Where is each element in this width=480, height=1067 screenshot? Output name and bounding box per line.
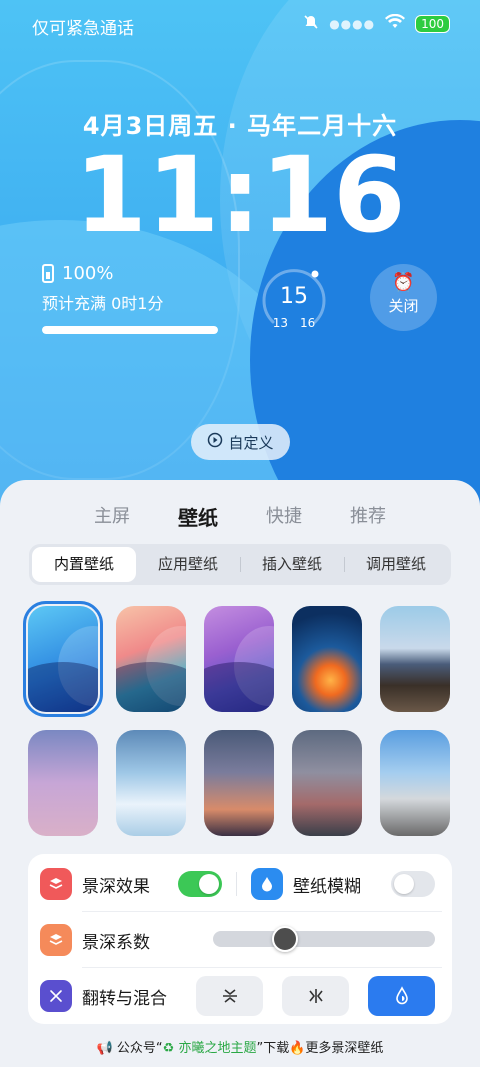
drop-icon bbox=[251, 868, 283, 900]
wallpaper-thumb-8[interactable] bbox=[204, 730, 274, 836]
wifi-icon bbox=[385, 13, 406, 34]
signal-dots-icon: ●●●● bbox=[329, 17, 376, 31]
wallpaper-thumb-9[interactable] bbox=[292, 730, 362, 836]
theme-settings-sheet: 主屏 壁纸 快捷 推荐 内置壁纸 应用壁纸 插入壁纸 调用壁纸 景深效果 壁纸模… bbox=[0, 480, 480, 1067]
layers-icon bbox=[40, 868, 72, 900]
flip-blend-row: 翻转与混合 bbox=[40, 980, 220, 1012]
footer-prefix: 公众号“ bbox=[116, 1041, 163, 1056]
blend-mode-button[interactable] bbox=[368, 976, 435, 1016]
depth-effect-label: 景深效果 bbox=[82, 876, 150, 897]
customize-label: 自定义 bbox=[228, 433, 274, 452]
customize-icon bbox=[207, 432, 223, 452]
flip-horizontal-button[interactable] bbox=[282, 976, 349, 1016]
slider-thumb[interactable] bbox=[271, 926, 298, 952]
flip-vertical-icon bbox=[222, 989, 237, 1003]
lock-time: 11:16 bbox=[74, 134, 406, 256]
tab-wallpaper[interactable]: 壁纸 bbox=[178, 502, 218, 531]
wallpaper-thumb-10[interactable] bbox=[380, 730, 450, 836]
recycle-icon: ♻ bbox=[162, 1041, 175, 1056]
wallpaper-source-segmented: 内置壁纸 应用壁纸 插入壁纸 调用壁纸 bbox=[29, 544, 451, 585]
promo-footer: 📢 公众号“♻ 亦曦之地主题”下载🔥更多景深壁纸 bbox=[0, 1037, 480, 1056]
tab-bar: 主屏 壁纸 快捷 推荐 bbox=[0, 502, 480, 531]
tab-recommend[interactable]: 推荐 bbox=[350, 502, 386, 531]
segment-app[interactable]: 应用壁纸 bbox=[136, 547, 240, 582]
tab-home[interactable]: 主屏 bbox=[94, 502, 130, 531]
segment-invoke[interactable]: 调用壁纸 bbox=[344, 547, 448, 582]
charge-percent: 100% bbox=[62, 263, 114, 284]
weather-widget[interactable]: 15 13 16 bbox=[259, 264, 329, 334]
wallpaper-thumb-6[interactable] bbox=[28, 730, 98, 836]
alarm-status: 关闭 bbox=[388, 297, 419, 315]
wallpaper-thumb-7[interactable] bbox=[116, 730, 186, 836]
flip-horizontal-icon bbox=[308, 989, 323, 1003]
megaphone-icon: 📢 bbox=[96, 1041, 113, 1056]
weather-high: 16 bbox=[300, 316, 316, 330]
charge-eta: 预计充满 0时1分 bbox=[42, 294, 164, 313]
phone-battery-icon bbox=[42, 264, 54, 283]
wallpaper-thumb-5[interactable] bbox=[380, 606, 450, 712]
depth-factor-slider[interactable] bbox=[213, 926, 435, 952]
segment-builtin[interactable]: 内置壁纸 bbox=[32, 547, 136, 582]
wallpaper-blur-label: 壁纸模糊 bbox=[293, 876, 361, 897]
wallpaper-thumb-4[interactable] bbox=[292, 606, 362, 712]
status-bar: 仅可紧急通话 ●●●● 100 bbox=[0, 0, 480, 50]
wallpaper-blur-toggle[interactable] bbox=[391, 871, 435, 897]
wallpaper-thumb-3[interactable] bbox=[204, 606, 274, 712]
charge-progress-fill bbox=[42, 326, 218, 334]
footer-account-name: 亦曦之地主题 bbox=[178, 1041, 257, 1056]
tab-shortcuts[interactable]: 快捷 bbox=[266, 502, 302, 531]
depth-effect-toggle[interactable] bbox=[178, 871, 222, 897]
flip-blend-label: 翻转与混合 bbox=[82, 988, 167, 1009]
alarm-clock-icon: ⏰ bbox=[392, 272, 415, 293]
mute-icon bbox=[303, 14, 319, 34]
wallpaper-options-panel: 景深效果 壁纸模糊 景深系数 翻转与混合 bbox=[28, 854, 452, 1024]
depth-row: 景深效果 壁纸模糊 bbox=[40, 868, 440, 900]
wallpaper-thumb-2[interactable] bbox=[116, 606, 186, 712]
alarm-widget[interactable]: ⏰ 关闭 bbox=[370, 264, 437, 331]
flip-vertical-button[interactable] bbox=[196, 976, 263, 1016]
battery-badge: 100 bbox=[415, 15, 450, 33]
wallpaper-grid bbox=[23, 601, 453, 836]
weather-temp: 15 bbox=[280, 284, 308, 309]
depth-layers-icon bbox=[40, 924, 72, 956]
weather-low: 13 bbox=[272, 316, 288, 330]
charging-widget: 100% 预计充满 0时1分 bbox=[42, 263, 218, 334]
carrier-text: 仅可紧急通话 bbox=[32, 19, 134, 39]
charge-progress-bar bbox=[42, 326, 218, 334]
blend-drop-icon bbox=[395, 986, 408, 1005]
flip-icon bbox=[40, 980, 72, 1012]
footer-suffix: ”下载🔥更多景深壁纸 bbox=[256, 1041, 384, 1056]
customize-button[interactable]: 自定义 bbox=[191, 424, 290, 460]
segment-insert[interactable]: 插入壁纸 bbox=[240, 547, 344, 582]
depth-factor-label: 景深系数 bbox=[82, 932, 150, 953]
wallpaper-thumb-1[interactable] bbox=[23, 601, 103, 717]
